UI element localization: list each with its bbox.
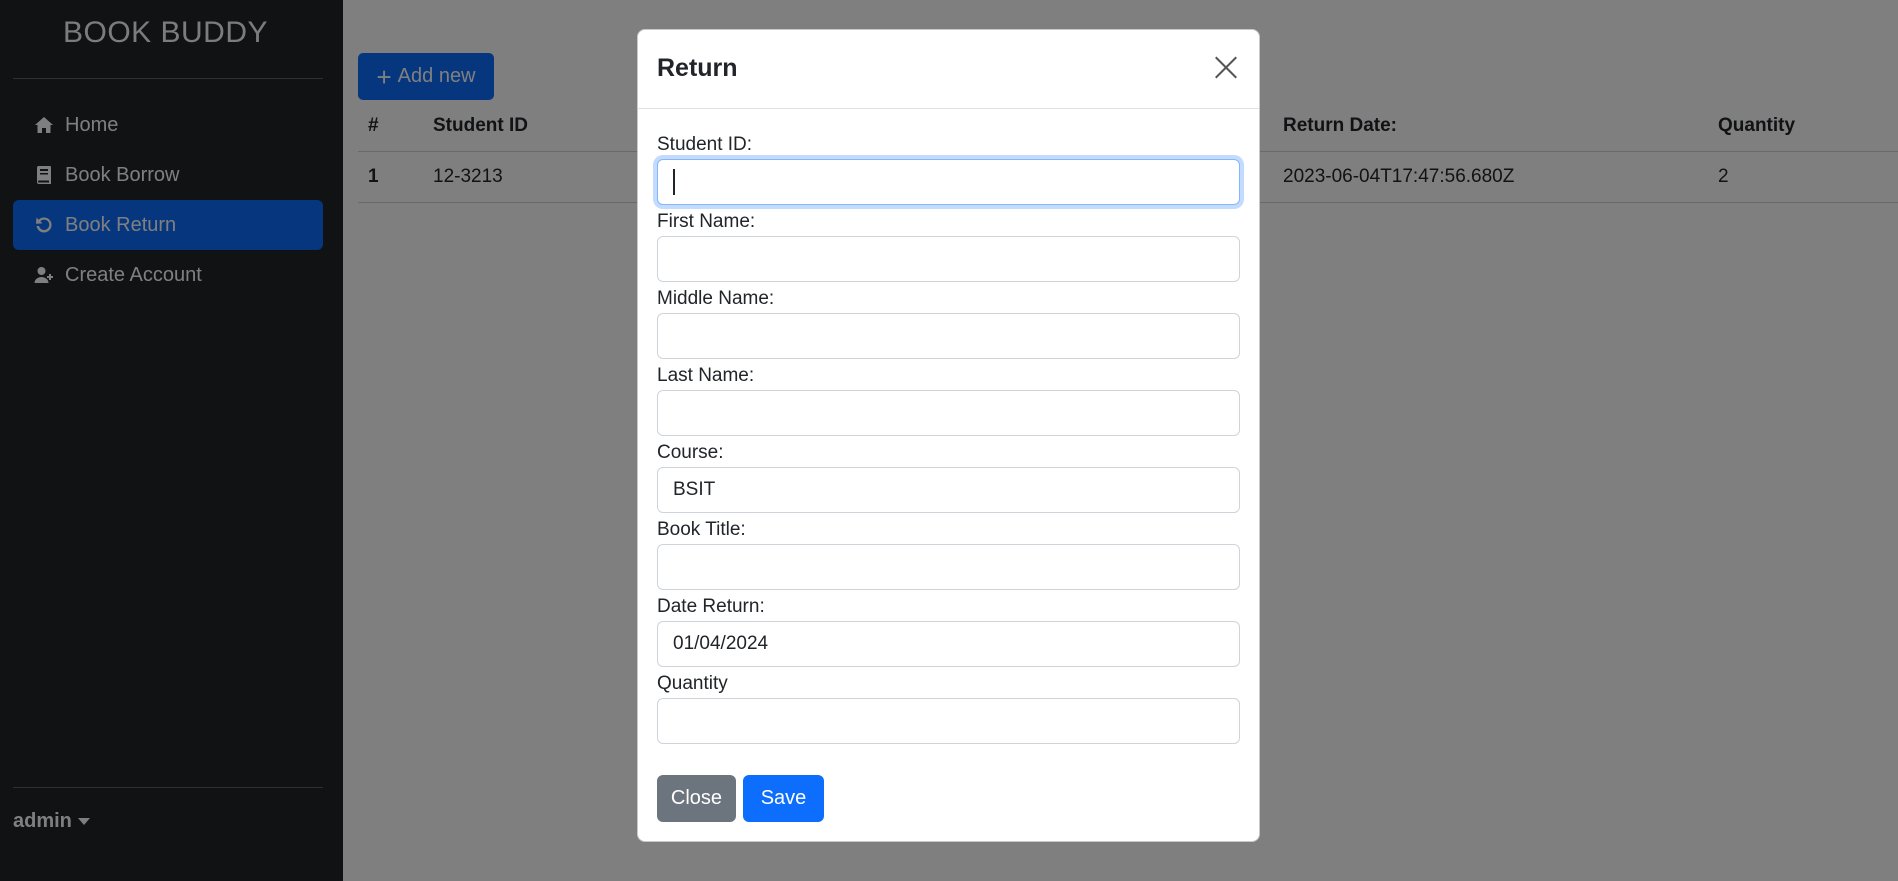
close-button[interactable]: Close [657,775,736,822]
date-return-group: Date Return: 01/04/2024 [657,596,1240,673]
date-return-label: Date Return: [657,596,765,617]
student-id-input[interactable] [657,159,1240,205]
modal-header: Return [638,30,1259,109]
return-form: Student ID: First Name: Middle Name: Las… [657,134,1240,750]
text-cursor [673,169,675,195]
book-title-group: Book Title: [657,519,1240,596]
book-title-label: Book Title: [657,519,746,540]
student-id-group: Student ID: [657,134,1240,211]
student-id-label: Student ID: [657,134,753,155]
return-modal: Return Student ID: First Name: Middle Na… [637,29,1260,842]
quantity-input[interactable] [657,698,1240,744]
first-name-group: First Name: [657,211,1240,288]
first-name-label: First Name: [657,211,756,232]
last-name-group: Last Name: [657,365,1240,442]
last-name-input[interactable] [657,390,1240,436]
quantity-label: Quantity [657,673,728,694]
course-label: Course: [657,442,724,463]
close-icon[interactable] [1211,52,1241,82]
date-return-input[interactable]: 01/04/2024 [657,621,1240,667]
course-input[interactable]: BSIT [657,467,1240,513]
quantity-group: Quantity [657,673,1240,750]
first-name-input[interactable] [657,236,1240,282]
middle-name-group: Middle Name: [657,288,1240,365]
middle-name-label: Middle Name: [657,288,775,309]
middle-name-input[interactable] [657,313,1240,359]
course-group: Course: BSIT [657,442,1240,519]
save-button[interactable]: Save [743,775,824,822]
modal-footer: Close Save [657,775,824,822]
book-title-input[interactable] [657,544,1240,590]
modal-title: Return [657,54,738,82]
last-name-label: Last Name: [657,365,755,386]
